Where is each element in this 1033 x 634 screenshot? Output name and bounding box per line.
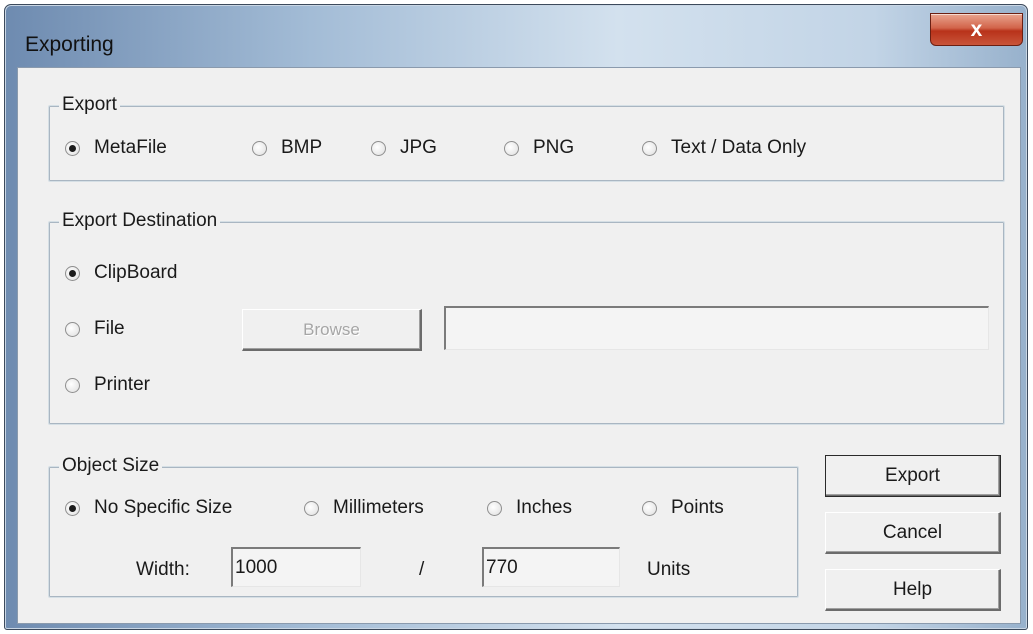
browse-button[interactable]: Browse: [242, 309, 422, 351]
radio-button[interactable]: [304, 500, 319, 516]
radio-text-data-only[interactable]: Text / Data Only: [642, 137, 806, 159]
close-button[interactable]: x: [930, 13, 1023, 46]
units-label: Units: [647, 559, 691, 580]
radio-label: Printer: [94, 374, 150, 395]
radio-label: Points: [671, 497, 724, 518]
object-size-legend: Object Size: [59, 455, 163, 477]
radio-label: BMP: [281, 137, 323, 158]
radio-button[interactable]: [642, 140, 657, 156]
radio-jpg[interactable]: JPG: [371, 137, 437, 159]
width-input[interactable]: 1000: [231, 547, 361, 587]
radio-button-checked[interactable]: [65, 500, 80, 516]
radio-label: Millimeters: [333, 497, 424, 518]
dialog-client-area: Export MetaFile BMP JPG PNG Text / Data …: [17, 67, 1021, 624]
radio-button[interactable]: [504, 140, 519, 156]
export-destination-group: Export Destination ClipBoard File Printe…: [48, 210, 1005, 425]
radio-button[interactable]: [371, 140, 386, 156]
help-button[interactable]: Help: [825, 569, 1001, 611]
cancel-button[interactable]: Cancel: [825, 512, 1001, 554]
export-destination-legend: Export Destination: [59, 210, 221, 232]
export-format-group: Export MetaFile BMP JPG PNG Text / Data …: [48, 94, 1005, 182]
size-separator: /: [419, 559, 425, 580]
radio-label: File: [94, 318, 125, 339]
radio-png[interactable]: PNG: [504, 137, 574, 159]
radio-no-specific-size[interactable]: No Specific Size: [65, 497, 232, 519]
radio-label: PNG: [533, 137, 575, 158]
radio-points[interactable]: Points: [642, 497, 724, 519]
radio-button[interactable]: [642, 500, 657, 516]
radio-label: ClipBoard: [94, 262, 178, 283]
file-path-field[interactable]: [444, 306, 989, 350]
radio-clipboard[interactable]: ClipBoard: [65, 262, 177, 284]
object-size-group: Object Size No Specific Size Millimeters…: [48, 455, 799, 598]
radio-label: No Specific Size: [94, 497, 233, 518]
radio-button[interactable]: [487, 500, 502, 516]
radio-file[interactable]: File: [65, 318, 125, 340]
radio-metafile[interactable]: MetaFile: [65, 137, 167, 159]
dialog-title: Exporting: [25, 33, 114, 56]
export-button[interactable]: Export: [825, 455, 1001, 497]
radio-bmp[interactable]: BMP: [252, 137, 322, 159]
export-dialog: Exporting x Export MetaFile BMP JPG PNG: [4, 4, 1028, 630]
radio-label: MetaFile: [94, 137, 167, 158]
radio-label: Inches: [516, 497, 572, 518]
radio-label: Text / Data Only: [671, 137, 807, 158]
radio-millimeters[interactable]: Millimeters: [304, 497, 424, 519]
radio-button[interactable]: [65, 377, 80, 393]
radio-label: JPG: [400, 137, 437, 158]
radio-button[interactable]: [65, 321, 80, 337]
close-icon: x: [970, 17, 983, 41]
export-format-legend: Export: [59, 94, 120, 116]
width-label: Width:: [136, 559, 190, 580]
radio-button-checked[interactable]: [65, 140, 80, 156]
height-input[interactable]: 770: [482, 547, 620, 587]
radio-printer[interactable]: Printer: [65, 374, 150, 396]
radio-button-checked[interactable]: [65, 265, 80, 281]
radio-button[interactable]: [252, 140, 267, 156]
radio-inches[interactable]: Inches: [487, 497, 572, 519]
